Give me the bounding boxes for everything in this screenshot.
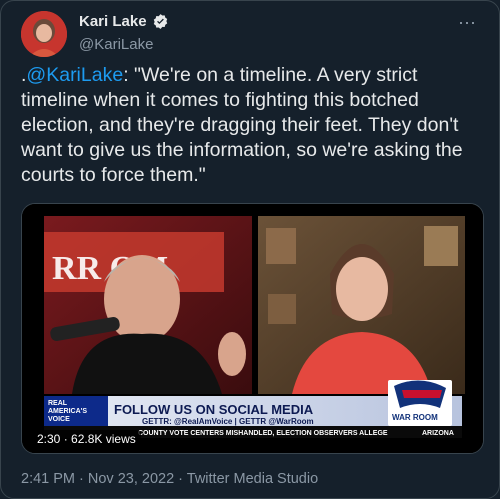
logo-line-1: REAL	[48, 400, 68, 407]
video-views: 62.8K views	[71, 432, 136, 446]
ticker-location: ARIZONA	[422, 430, 454, 437]
meta-separator-1: ·	[75, 471, 88, 487]
avatar[interactable]	[21, 11, 67, 57]
ticker-text: COUNTY VOTE CENTERS MISHANDLED, ELECTION…	[138, 430, 388, 437]
name-row: Kari Lake	[79, 13, 169, 30]
author-handle[interactable]: @KariLake	[79, 36, 153, 53]
video-stats-badge: 2:30 · 62.8K views	[32, 430, 141, 448]
display-name[interactable]: Kari Lake	[79, 13, 147, 30]
tweet-time[interactable]: 2:41 PM	[21, 471, 75, 487]
meta-separator-2: ·	[174, 471, 187, 487]
tweet-date[interactable]: Nov 23, 2022	[88, 471, 174, 487]
tweet-source[interactable]: Twitter Media Studio	[187, 471, 318, 487]
banner-handles: GETTR: @RealAmVoice | GETTR @WarRoom	[142, 417, 314, 426]
logo-line-2: AMERICA'S	[48, 408, 87, 415]
tweet-header: Kari Lake @KariLake ⋯	[21, 11, 481, 61]
tweet-card[interactable]: Kari Lake @KariLake ⋯ .@KariLake: "We're…	[0, 0, 500, 499]
video-duration: 2:30	[37, 432, 61, 446]
profile-photo-icon	[21, 11, 67, 57]
tweet-meta: 2:41 PM · Nov 23, 2022 · Twitter Media S…	[21, 471, 318, 487]
war-room-label: WAR ROOM	[392, 413, 438, 422]
stats-separator: ·	[63, 432, 72, 446]
video-player[interactable]: RR OM REAL AMERICA'S VOICE FOLLOW US ON …	[21, 203, 484, 454]
more-options-icon[interactable]: ⋯	[458, 13, 477, 34]
mention-link[interactable]: @KariLake	[26, 64, 123, 86]
banner-headline: FOLLOW US ON SOCIAL MEDIA	[114, 402, 314, 417]
tweet-text: .@KariLake: "We're on a timeline. A very…	[21, 63, 483, 188]
video-frame: RR OM REAL AMERICA'S VOICE FOLLOW US ON …	[22, 204, 483, 453]
verified-badge-icon	[153, 14, 167, 29]
logo-line-3: VOICE	[48, 416, 70, 423]
